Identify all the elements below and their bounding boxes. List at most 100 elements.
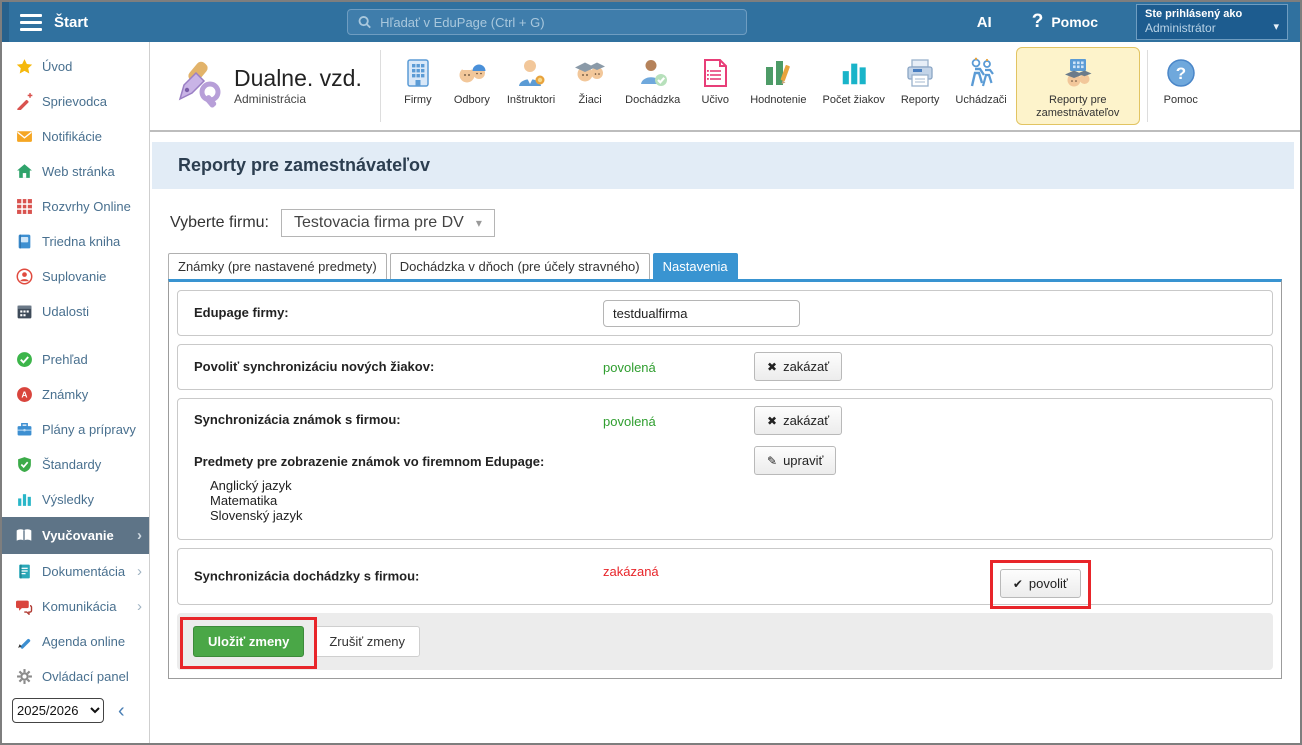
module-logo[interactable]: Dualne. vzd. Administrácia — [150, 59, 380, 114]
employer-reports-icon — [1061, 55, 1095, 91]
sidebar-item-rozvrhy-online[interactable]: Rozvrhy Online — [2, 189, 149, 224]
tool-label: Učivo — [701, 94, 729, 107]
pencil-icon: ✎ — [767, 454, 777, 468]
tab-nastavenia[interactable]: Nastavenia — [653, 253, 738, 279]
tab-znamky[interactable]: Známky (pre nastavené predmety) — [168, 253, 387, 279]
subject-item: Anglický jazyk — [210, 478, 1256, 493]
firm-selector-row: Vyberte firmu: Testovacia firma pre DV ▾ — [150, 189, 1300, 253]
help-button[interactable]: ? Pomoc — [1032, 11, 1098, 33]
attendance-sync-label: Synchronizácia dochádzky s firmou: — [194, 569, 419, 584]
tool-ucivo[interactable]: Učivo — [689, 47, 741, 112]
tool-ziaci[interactable]: Žiaci — [564, 47, 616, 112]
page-title: Reporty pre zamestnávateľov — [152, 142, 1294, 189]
printer-icon — [904, 55, 936, 91]
sidebar-item-standardy[interactable]: Štandardy — [2, 447, 149, 482]
building-icon — [402, 55, 434, 91]
disable-new-students-button[interactable]: ✖zakázať — [754, 352, 842, 381]
sidebar-item-znamky[interactable]: A Známky — [2, 377, 149, 412]
sidebar-item-web-stranka[interactable]: Web stránka — [2, 154, 149, 189]
tool-odbory[interactable]: Odbory — [446, 47, 498, 112]
chevron-right-icon: › — [137, 527, 142, 544]
firm-select[interactable]: Testovacia firma pre DV ▾ — [281, 209, 495, 237]
collapse-sidebar-icon[interactable]: ‹ — [118, 701, 125, 721]
applicants-icon — [965, 55, 997, 91]
tool-label: Žiaci — [579, 94, 602, 107]
sidebar-item-udalosti[interactable]: Udalosti — [2, 294, 149, 329]
tool-pocet-ziakov[interactable]: Počet žiakov — [815, 47, 891, 112]
grades-sync-row: Synchronizácia známok s firmou: povolená… — [177, 398, 1273, 540]
tool-uchadzaci[interactable]: Uchádzači — [948, 47, 1013, 112]
sidebar-item-vyucovanie[interactable]: Vyučovanie › — [2, 517, 149, 554]
sidebar-item-komunikacia[interactable]: Komunikácia › — [2, 589, 149, 624]
sidebar-item-label: Plány a prípravy — [42, 422, 136, 437]
professions-icon — [455, 55, 489, 91]
sidebar-item-sprievodca[interactable]: Sprievodca — [2, 84, 149, 119]
sidebar-item-label: Web stránka — [42, 164, 115, 179]
global-search[interactable] — [347, 9, 747, 35]
tool-reporty-pre-zamestnavatelov[interactable]: Reporty pre zamestnávateľov — [1016, 47, 1140, 124]
ai-button[interactable]: AI — [977, 14, 992, 31]
status-badge: povolená — [603, 360, 656, 375]
disable-grades-sync-button[interactable]: ✖zakázať — [754, 406, 842, 435]
tool-reporty[interactable]: Reporty — [894, 47, 947, 112]
students-icon — [573, 55, 607, 91]
enable-attendance-button[interactable]: ✔povoliť — [1000, 569, 1081, 598]
edupage-firm-label: Edupage firmy: — [194, 305, 289, 320]
logged-in-user-menu[interactable]: Ste prihlásený ako Administrátor ▾ — [1136, 4, 1288, 40]
hamburger-menu-icon[interactable] — [20, 10, 42, 35]
cancel-button[interactable]: Zrušiť zmeny — [314, 626, 420, 657]
sidebar-item-vysledky[interactable]: Výsledky — [2, 482, 149, 517]
button-label: upraviť — [783, 453, 823, 468]
shield-check-icon — [15, 456, 33, 474]
tool-firmy[interactable]: Firmy — [392, 47, 444, 112]
sidebar-item-label: Notifikácie — [42, 129, 102, 144]
save-button[interactable]: Uložiť zmeny — [193, 626, 304, 657]
start-button[interactable]: Štart — [54, 14, 88, 31]
sidebar-item-triedna-kniha[interactable]: Triedna kniha — [2, 224, 149, 259]
tool-hodnotenie[interactable]: Hodnotenie — [743, 47, 813, 112]
sidebar-item-plany-a-pripravy[interactable]: Plány a prípravy — [2, 412, 149, 447]
tool-dochadzka[interactable]: Dochádzka — [618, 47, 687, 112]
sidebar-item-suplovanie[interactable]: Suplovanie — [2, 259, 149, 294]
sidebar-item-uvod[interactable]: Úvod — [2, 49, 149, 84]
school-year-select[interactable]: 2025/2026 — [12, 698, 104, 723]
chevron-down-icon: ▾ — [476, 216, 482, 230]
close-icon: ✖ — [767, 360, 777, 374]
timetable-grid-icon — [15, 198, 33, 216]
sidebar-item-prehlad[interactable]: Prehľad — [2, 342, 149, 377]
person-circle-icon — [15, 268, 33, 286]
sidebar-item-notifikacie[interactable]: Notifikácie — [2, 119, 149, 154]
new-students-sync-row: Povoliť synchronizáciu nových žiakov: po… — [177, 344, 1273, 390]
sidebar-item-agenda-online[interactable]: Agenda online — [2, 624, 149, 659]
instructor-icon — [515, 55, 547, 91]
tool-label: Hodnotenie — [750, 94, 806, 107]
star-icon — [15, 58, 33, 76]
sidebar-group-divider — [2, 329, 149, 342]
notebook-icon — [15, 233, 33, 251]
main-content: Reporty pre zamestnávateľov Vyberte firm… — [150, 132, 1300, 743]
tool-label: Pomoc — [1164, 94, 1198, 107]
help-label: Pomoc — [1051, 14, 1098, 30]
new-students-sync-label: Povoliť synchronizáciu nových žiakov: — [194, 359, 434, 374]
edupage-firm-input[interactable] — [603, 300, 800, 327]
edit-subjects-button[interactable]: ✎ upraviť — [754, 446, 836, 475]
sidebar-item-label: Vyučovanie — [42, 528, 114, 543]
button-label: zakázať — [783, 413, 829, 428]
tab-dochadzka[interactable]: Dochádzka v dňoch (pre účely stravného) — [390, 253, 650, 279]
search-icon — [358, 15, 371, 29]
attendance-sync-row: Synchronizácia dochádzky s firmou: zakáz… — [177, 548, 1273, 605]
chevron-down-icon: ▾ — [1273, 20, 1279, 33]
tool-instruktori[interactable]: Inštruktori — [500, 47, 562, 112]
settings-panel: Edupage firmy: Povoliť synchronizáciu no… — [168, 279, 1282, 679]
settings-tabs: Známky (pre nastavené predmety) Dochádzk… — [150, 253, 1300, 279]
tool-pomoc[interactable]: ? Pomoc — [1155, 47, 1207, 112]
firm-select-value: Testovacia firma pre DV — [294, 214, 464, 232]
search-input[interactable] — [380, 15, 736, 30]
subject-item: Matematika — [210, 493, 1256, 508]
sidebar-item-ovladaci-panel[interactable]: Ovládací panel — [2, 659, 149, 694]
button-label: povoliť — [1029, 576, 1068, 591]
chat-icon — [15, 598, 33, 616]
grade-circle-icon: A — [15, 386, 33, 404]
sidebar-item-dokumentacia[interactable]: Dokumentácia › — [2, 554, 149, 589]
tool-label: Reporty — [901, 94, 940, 107]
